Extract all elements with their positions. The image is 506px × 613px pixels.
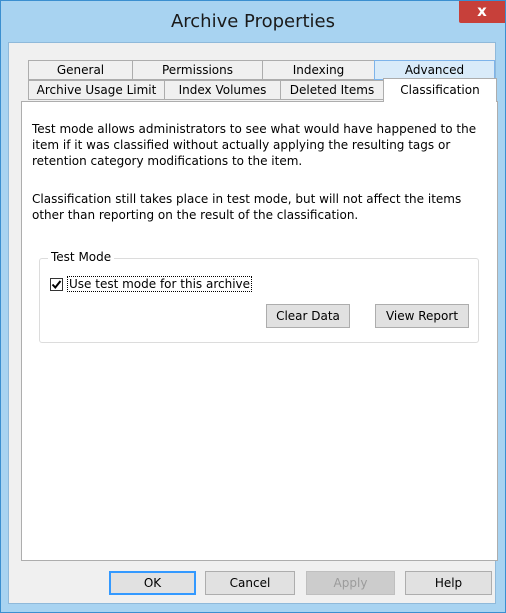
description-text: Test mode allows administrators to see w… (32, 122, 477, 168)
tab-archive-usage-limit[interactable]: Archive Usage Limit (28, 80, 165, 100)
checkmark-icon (51, 280, 62, 290)
cancel-button[interactable]: Cancel (205, 571, 295, 595)
clear-data-button[interactable]: Clear Data (266, 304, 350, 328)
tab-classification[interactable]: Classification (383, 78, 497, 102)
tab-general[interactable]: General (28, 60, 133, 80)
window-title: Archive Properties (170, 11, 336, 32)
tab-permissions[interactable]: Permissions (132, 60, 263, 80)
help-button[interactable]: Help (405, 571, 492, 595)
classification-note: Classification still takes place in test… (32, 192, 462, 222)
tab-indexing[interactable]: Indexing (262, 60, 375, 80)
tab-deleted-items[interactable]: Deleted Items (280, 80, 384, 100)
test-mode-group: Test Mode Use test mode for this archive… (39, 250, 479, 343)
view-report-button[interactable]: View Report (375, 304, 469, 328)
test-mode-checkbox[interactable] (50, 278, 63, 291)
tab-index-volumes[interactable]: Index Volumes (164, 80, 281, 100)
test-mode-group-label: Test Mode (48, 250, 115, 264)
classification-panel: Test mode allows administrators to see w… (21, 101, 498, 561)
tab-advanced[interactable]: Advanced (374, 60, 495, 80)
ok-button[interactable]: OK (109, 571, 196, 595)
apply-button[interactable]: Apply (306, 571, 395, 595)
title-bar[interactable]: Archive Properties x (1, 1, 505, 43)
close-button[interactable]: x (459, 1, 505, 23)
test-mode-checkbox-label[interactable]: Use test mode for this archive (67, 276, 253, 292)
